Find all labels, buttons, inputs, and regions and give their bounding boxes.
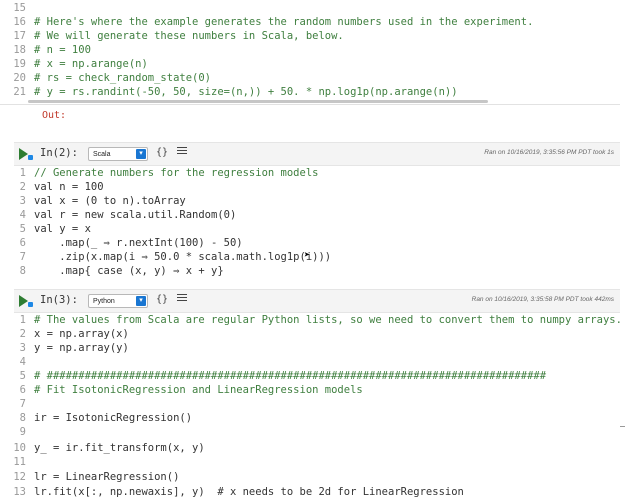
line-number: 7 <box>19 398 26 410</box>
line-number: 7 <box>19 251 26 263</box>
code-text: .map{ case (x, y) ⇒ x + y} <box>34 265 224 277</box>
language-select[interactable]: Python ▾ <box>88 294 148 308</box>
line-number: 3 <box>19 342 26 354</box>
braces-button[interactable]: {} <box>156 294 168 305</box>
line-number: 21 <box>13 86 26 98</box>
line-number: 13 <box>13 486 26 498</box>
line-number: 1 <box>19 167 26 179</box>
out-label: Out: <box>42 110 67 121</box>
line-number: 16 <box>13 16 26 28</box>
cell-header: In(3): Python ▾ {} Ran on 10/16/2019, 3:… <box>14 289 620 313</box>
line-number: 4 <box>19 356 26 368</box>
code-text: # y = rs.randint(-50, 50, size=(n,)) + 5… <box>34 86 458 98</box>
code-text: lr.fit(x[:, np.newaxis], y) # x needs to… <box>34 486 464 498</box>
braces-button[interactable]: {} <box>156 147 168 158</box>
line-number: 11 <box>13 456 26 468</box>
code-text: val r = new scala.util.Random(0) <box>34 209 237 221</box>
cell-header: In(2): Scala ▾ {} Ran on 10/16/2019, 3:3… <box>14 142 620 166</box>
code-text: x = np.array(x) <box>34 328 129 340</box>
line-number: 18 <box>13 44 26 56</box>
language-value: Python <box>93 298 115 305</box>
code-text: val x = (0 to n).toArray <box>34 195 186 207</box>
line-number: 12 <box>13 471 26 483</box>
line-number: 2 <box>19 328 26 340</box>
in-prompt-label: In(2): <box>40 147 78 159</box>
code-text: ir = IsotonicRegression() <box>34 412 193 424</box>
run-icon[interactable] <box>19 295 28 307</box>
code-text: # The values from Scala are regular Pyth… <box>34 314 622 326</box>
output-area: Out: <box>0 104 620 133</box>
line-number: 3 <box>19 195 26 207</box>
previous-cell: 15 16 # Here's where the example generate… <box>0 0 620 135</box>
execution-info: Ran on 10/16/2019, 3:35:56 PM PDT took 1… <box>484 149 614 156</box>
line-number: 4 <box>19 209 26 221</box>
code-text: val y = x <box>34 223 91 235</box>
code-text: // Generate numbers for the regression m… <box>34 167 319 179</box>
mouse-cursor-icon: ➤ <box>304 250 311 261</box>
hamburger-menu-icon[interactable] <box>177 147 187 158</box>
horizontal-scrollbar[interactable] <box>28 100 488 103</box>
hamburger-menu-icon[interactable] <box>177 294 187 305</box>
language-select[interactable]: Scala ▾ <box>88 147 148 161</box>
line-number: 19 <box>13 58 26 70</box>
line-number: 5 <box>19 223 26 235</box>
code-text: val n = 100 <box>34 181 104 193</box>
code-text: .zip(x.map(i ⇒ 50.0 * scala.math.log1p(i… <box>34 251 332 263</box>
line-number: 10 <box>13 442 26 454</box>
line-number: 8 <box>19 412 26 424</box>
code-text: # Fit IsotonicRegression and LinearRegre… <box>34 384 363 396</box>
code-text: .map(_ ⇒ r.nextInt(100) - 50) <box>34 237 243 249</box>
code-text: lr = LinearRegression() <box>34 471 180 483</box>
line-number: 6 <box>19 237 26 249</box>
scroll-marker <box>620 426 625 427</box>
line-number: 5 <box>19 370 26 382</box>
run-status-badge <box>28 302 33 307</box>
line-number: 15 <box>13 2 26 14</box>
line-number: 17 <box>13 30 26 42</box>
line-number: 1 <box>19 314 26 326</box>
language-value: Scala <box>93 151 111 158</box>
run-status-badge <box>28 155 33 160</box>
execution-info: Ran on 10/16/2019, 3:35:58 PM PDT took 4… <box>471 296 614 303</box>
code-text: # ######################################… <box>34 370 547 382</box>
code-text: # x = np.arange(n) <box>34 58 148 70</box>
code-text: y = np.array(y) <box>34 342 129 354</box>
line-number: 20 <box>13 72 26 84</box>
dropdown-caret-icon: ▾ <box>136 296 146 306</box>
code-text: # We will generate these numbers in Scal… <box>34 30 344 42</box>
code-text: y_ = ir.fit_transform(x, y) <box>34 442 205 454</box>
line-number: 8 <box>19 265 26 277</box>
code-text: # rs = check_random_state(0) <box>34 72 212 84</box>
code-text: # Here's where the example generates the… <box>34 16 534 28</box>
code-editor[interactable]: 1 // Generate numbers for the regression … <box>14 166 620 282</box>
code-text: # n = 100 <box>34 44 91 56</box>
run-icon[interactable] <box>19 148 28 160</box>
code-editor[interactable]: 1 # The values from Scala are regular Pyt… <box>13 313 622 502</box>
line-number: 6 <box>19 384 26 396</box>
line-number: 9 <box>19 426 26 438</box>
previous-cell-code[interactable]: 15 16 # Here's where the example generate… <box>0 0 620 104</box>
line-number: 2 <box>19 181 26 193</box>
dropdown-caret-icon: ▾ <box>136 149 146 159</box>
in-prompt-label: In(3): <box>40 294 78 306</box>
